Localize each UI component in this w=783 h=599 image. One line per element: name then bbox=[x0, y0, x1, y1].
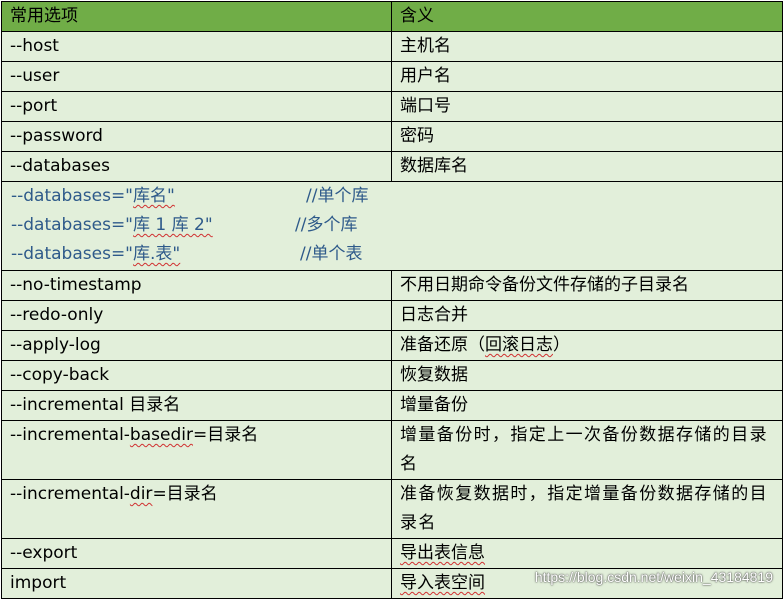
table-row: --no-timestamp 不用日期命令备份文件存储的子目录名 bbox=[1, 270, 783, 301]
table-row: --password 密码 bbox=[1, 121, 783, 152]
example-option: --databases="库 1 库 2" bbox=[11, 215, 213, 235]
meaning-cell: 准备还原（回滚日志） bbox=[391, 330, 783, 361]
table-row: --user 用户名 bbox=[1, 61, 783, 92]
example-comment: //单个表 bbox=[300, 244, 363, 264]
table-row: --incremental-basedir=目录名 增量备份时，指定上一次备份数… bbox=[1, 420, 783, 480]
meaning-cell: 恢复数据 bbox=[391, 360, 783, 391]
option-cell: --databases bbox=[1, 151, 392, 182]
option-cell: --apply-log bbox=[1, 330, 392, 361]
options-table: 常用选项 含义 --host 主机名 --user 用户名 --port 端口号… bbox=[1, 1, 783, 599]
meaning-cell: 增量备份时，指定上一次备份数据存储的目录名 bbox=[391, 420, 783, 480]
option-cell: --incremental-dir=目录名 bbox=[1, 479, 392, 539]
table-row: --host 主机名 bbox=[1, 31, 783, 62]
meaning-cell: 准备恢复数据时，指定增量备份数据存储的目录名 bbox=[391, 479, 783, 539]
option-cell: --host bbox=[1, 31, 392, 62]
table-header-row: 常用选项 含义 bbox=[1, 1, 783, 32]
table-row: --port 端口号 bbox=[1, 91, 783, 122]
examples-row: --databases="库名" //单个库 --databases="库 1 … bbox=[1, 181, 783, 271]
option-cell: --copy-back bbox=[1, 360, 392, 391]
example-line: --databases="库名" //单个库 bbox=[3, 183, 782, 212]
option-cell: --incremental-basedir=目录名 bbox=[1, 420, 392, 480]
meaning-cell: 密码 bbox=[391, 121, 783, 152]
table-row: --databases 数据库名 bbox=[1, 151, 783, 182]
meaning-cell: 不用日期命令备份文件存储的子目录名 bbox=[391, 270, 783, 301]
option-cell: --no-timestamp bbox=[1, 270, 392, 301]
table-row: --copy-back 恢复数据 bbox=[1, 360, 783, 391]
option-cell: import bbox=[1, 568, 392, 599]
example-line: --databases="库.表" //单个表 bbox=[3, 240, 782, 269]
meaning-cell: 用户名 bbox=[391, 61, 783, 92]
meaning-cell: 增量备份 bbox=[391, 390, 783, 421]
meaning-cell: 主机名 bbox=[391, 31, 783, 62]
watermark-text: https://blog.csdn.net/weixin_43184819 bbox=[534, 569, 773, 585]
meaning-cell: 端口号 bbox=[391, 91, 783, 122]
example-comment: //单个库 bbox=[306, 186, 369, 206]
option-cell: --incremental 目录名 bbox=[1, 390, 392, 421]
option-cell: --export bbox=[1, 538, 392, 569]
option-cell: --user bbox=[1, 61, 392, 92]
example-option: --databases="库.表" bbox=[11, 244, 181, 264]
header-cell-meaning: 含义 bbox=[391, 1, 783, 32]
meaning-cell: 导出表信息 bbox=[391, 538, 783, 569]
example-line: --databases="库 1 库 2" //多个库 bbox=[3, 211, 782, 240]
example-option: --databases="库名" bbox=[11, 186, 175, 206]
table-row: --incremental-dir=目录名 准备恢复数据时，指定增量备份数据存储… bbox=[1, 479, 783, 539]
example-comment: //多个库 bbox=[295, 215, 358, 235]
examples-cell: --databases="库名" //单个库 --databases="库 1 … bbox=[1, 181, 783, 271]
table-row: --redo-only 日志合并 bbox=[1, 300, 783, 331]
option-cell: --redo-only bbox=[1, 300, 392, 331]
meaning-cell: 数据库名 bbox=[391, 151, 783, 182]
header-cell-options: 常用选项 bbox=[1, 1, 392, 32]
meaning-cell: 日志合并 bbox=[391, 300, 783, 331]
option-cell: --password bbox=[1, 121, 392, 152]
table-row: --apply-log 准备还原（回滚日志） bbox=[1, 330, 783, 361]
option-cell: --port bbox=[1, 91, 392, 122]
table-row: --incremental 目录名 增量备份 bbox=[1, 390, 783, 421]
table-row: --export 导出表信息 bbox=[1, 538, 783, 569]
